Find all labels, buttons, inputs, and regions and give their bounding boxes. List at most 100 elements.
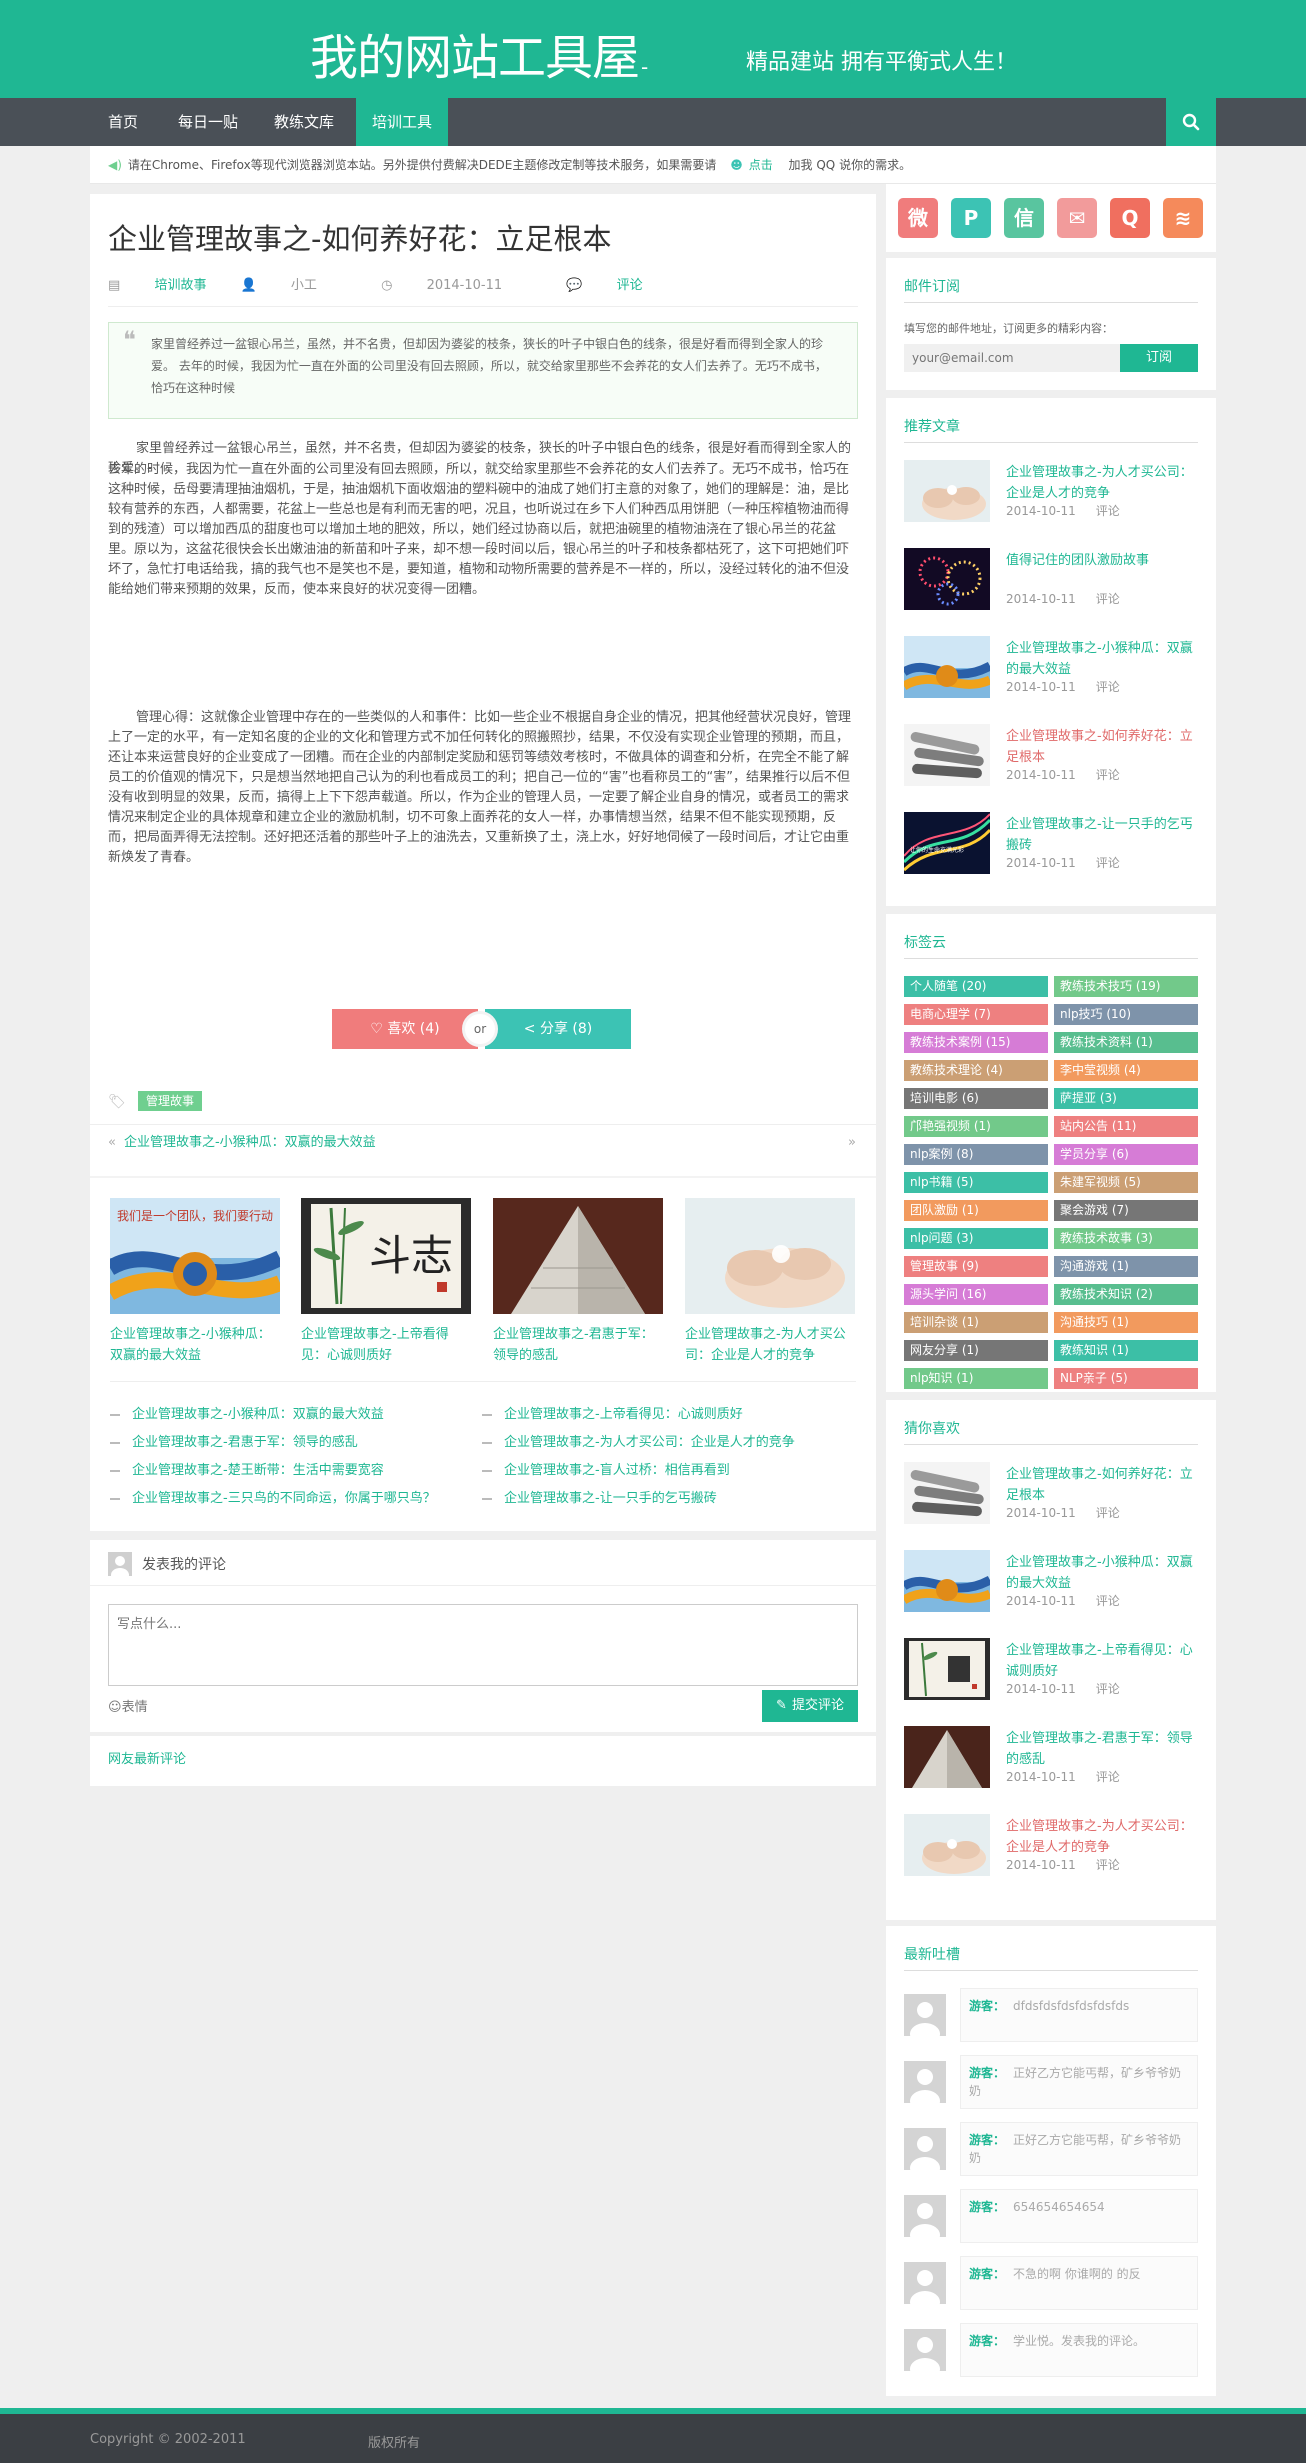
prev-article-link[interactable]: 企业管理故事之-小猴种瓜：双赢的最大效益 bbox=[124, 1135, 376, 1150]
link-list-item[interactable]: 企业管理故事之-盲人过桥：相信再看到 bbox=[482, 1459, 730, 1478]
comment-author: 游客： bbox=[969, 2334, 1006, 2348]
weibo-button[interactable]: 微 bbox=[898, 198, 938, 238]
tag-cloud-item[interactable]: 沟通游戏 (1) bbox=[1054, 1256, 1198, 1277]
tag-cloud-item[interactable]: 朱建军视频 (5) bbox=[1054, 1172, 1198, 1193]
comment-bubble[interactable]: 游客： 正好乙方它能丐帮，矿乡爷爷奶奶 bbox=[960, 2122, 1198, 2176]
nav-search-button[interactable] bbox=[1166, 98, 1216, 146]
comment-bubble[interactable]: 游客： dfdsfdsfdsfdsfdsfds bbox=[960, 1988, 1198, 2042]
link-list-item[interactable]: 企业管理故事之-楚王断带：生活中需要宽容 bbox=[110, 1459, 384, 1478]
latest-comments-sidebar: 最新吐槽 游客： dfdsfdsfdsfdsfdsfds 游客： 正好乙方它能丐帮，矿… bbox=[886, 1926, 1216, 2396]
related-post-title: 企业管理故事之-上帝看得见：心诚则质好 bbox=[301, 1327, 449, 1363]
link-list-item[interactable]: 企业管理故事之-君惠于军：领导的感乱 bbox=[110, 1431, 358, 1450]
tag-cloud-item[interactable]: nlp案例 (8) bbox=[904, 1144, 1048, 1165]
tag-cloud-item[interactable]: 教练技术知识 (2) bbox=[1054, 1284, 1198, 1305]
sidebar-post[interactable]: 企业管理故事之-小猴种瓜：双赢的最大效益 2014-10-11 评论 bbox=[904, 1550, 1198, 1616]
email-button[interactable]: ✉ bbox=[1057, 198, 1097, 238]
sidebar-post[interactable]: 企业管理故事之-如何养好花：立足根本 2014-10-11 评论 bbox=[904, 1462, 1198, 1528]
comment-bubble[interactable]: 游客： 学业悦。发表我的评论。 bbox=[960, 2323, 1198, 2377]
tag-cloud-item[interactable]: 教练技术案例 (15) bbox=[904, 1032, 1048, 1053]
link-list-item[interactable]: 企业管理故事之-小猴种瓜：双赢的最大效益 bbox=[110, 1403, 384, 1422]
nav-item-home[interactable]: 首页 bbox=[90, 98, 156, 146]
tag-cloud-item[interactable]: nlp问题 (3) bbox=[904, 1228, 1048, 1249]
share-button[interactable]: < 分享 (8) bbox=[485, 1009, 631, 1049]
post-title: 企业管理故事之-为人才买公司：企业是人才的竞争 bbox=[1006, 1819, 1193, 1855]
related-post-2[interactable]: 斗志 企业管理故事之-上帝看得见：心诚则质好 bbox=[301, 1198, 471, 1366]
sidebar-post[interactable]: 企业管理故事之-为人才买公司：企业是人才的竞争 2014-10-11 评论 bbox=[904, 1814, 1198, 1880]
subscribe-button[interactable]: 订阅 bbox=[1120, 344, 1198, 372]
comment-form-card: 发表我的评论 ☺表情 ✎ 提交评论 bbox=[90, 1540, 876, 1732]
article-tag[interactable]: 管理故事 bbox=[138, 1091, 203, 1111]
tencent-weibo-button[interactable]: P bbox=[951, 198, 991, 238]
lights-caption: 让你的生命充满光彩 bbox=[910, 846, 964, 854]
tag-cloud-item[interactable]: nlp技巧 (10) bbox=[1054, 1004, 1198, 1025]
tag-cloud-item[interactable]: 教练技术故事 (3) bbox=[1054, 1228, 1198, 1249]
comment-bubble[interactable]: 游客： 正好乙方它能丐帮，矿乡爷爷奶奶 bbox=[960, 2055, 1198, 2109]
tag-cloud-item[interactable]: nlp知识 (1) bbox=[904, 1368, 1048, 1389]
submit-label: 提交评论 bbox=[791, 1698, 844, 1713]
logo-text: 我的网站工具屋 bbox=[310, 30, 640, 86]
subscribe-title: 邮件订阅 bbox=[904, 279, 960, 295]
tag-cloud-item[interactable]: 电商心理学 (7) bbox=[904, 1004, 1048, 1025]
comment-bubble[interactable]: 游客： 654654654654 bbox=[960, 2189, 1198, 2243]
comment-bubble[interactable]: 游客： 不急的啊 你谁啊的 的反 bbox=[960, 2256, 1198, 2310]
tag-cloud-item[interactable]: 网友分享 (1) bbox=[904, 1340, 1048, 1361]
sidebar-post[interactable]: 企业管理故事之-君惠于军：领导的感乱 2014-10-11 评论 bbox=[904, 1726, 1198, 1792]
tag-cloud-item[interactable]: nlp书籍 (5) bbox=[904, 1172, 1048, 1193]
tag-cloud-item[interactable]: 聚会游戏 (7) bbox=[1054, 1200, 1198, 1221]
tag-cloud-item[interactable]: 萨提亚 (3) bbox=[1054, 1088, 1198, 1109]
tag-cloud-item[interactable]: 管理故事 (9) bbox=[904, 1256, 1048, 1277]
sidebar-post[interactable]: 企业管理故事之-如何养好花：立足根本 2014-10-11 评论 bbox=[904, 724, 1198, 790]
link-list-item[interactable]: 企业管理故事之-上帝看得见：心诚则质好 bbox=[482, 1403, 743, 1422]
comment-textarea[interactable] bbox=[108, 1604, 858, 1686]
tag-cloud-item[interactable]: 站内公告 (11) bbox=[1054, 1116, 1198, 1137]
sidebar-post[interactable]: 企业管理故事之-小猴种瓜：双赢的最大效益 2014-10-11 评论 bbox=[904, 636, 1198, 702]
tag-cloud-item[interactable]: 培训杂谈 (1) bbox=[904, 1312, 1048, 1333]
link-list-item[interactable]: 企业管理故事之-为人才买公司：企业是人才的竞争 bbox=[482, 1431, 795, 1450]
nav-item-training-tools[interactable]: 培训工具 bbox=[356, 98, 448, 146]
sidebar-post[interactable]: 企业管理故事之-上帝看得见：心诚则质好 2014-10-11 评论 bbox=[904, 1638, 1198, 1704]
article-comment-link[interactable]: 评论 bbox=[617, 278, 643, 293]
tag-cloud-item[interactable]: 李中莹视频 (4) bbox=[1054, 1060, 1198, 1081]
tag-cloud-item[interactable]: 源头学问 (16) bbox=[904, 1284, 1048, 1305]
sidebar-post[interactable]: 让你的生命充满光彩 企业管理故事之-让一只手的乞丐搬砖 2014-10-11 评论 bbox=[904, 812, 1198, 878]
notice-click-link[interactable]: 点击 bbox=[749, 158, 773, 172]
qq-icon: Q bbox=[1121, 206, 1139, 230]
site-logo[interactable]: 我的网站工具屋 - bbox=[310, 18, 648, 88]
like-button[interactable]: ♡ 喜欢 (4) bbox=[332, 1009, 478, 1049]
post-meta: 2014-10-11 评论 bbox=[1006, 502, 1120, 519]
emoji-button[interactable]: ☺表情 bbox=[108, 1696, 148, 1715]
post-title: 企业管理故事之-小猴种瓜：双赢的最大效益 bbox=[1006, 1555, 1193, 1591]
tag-cloud-item[interactable]: 团队激励 (1) bbox=[904, 1200, 1048, 1221]
tag-cloud-item[interactable]: 培训电影 (6) bbox=[904, 1088, 1048, 1109]
tag-cloud-item[interactable]: 教练技术资料 (1) bbox=[1054, 1032, 1198, 1053]
rss-button[interactable]: ≋ bbox=[1163, 198, 1203, 238]
post-meta: 2014-10-11 评论 bbox=[1006, 1768, 1120, 1785]
next-arrow-icon[interactable]: » bbox=[848, 1125, 856, 1161]
link-list-item[interactable]: 企业管理故事之-让一只手的乞丐搬砖 bbox=[482, 1487, 717, 1506]
sidebar-post[interactable]: 企业管理故事之-为人才买公司：企业是人才的竞争 2014-10-11 评论 bbox=[904, 460, 1198, 526]
nav-item-coach-library[interactable]: 教练文库 bbox=[258, 98, 350, 146]
weibo-icon: 微 bbox=[908, 206, 928, 230]
related-post-1[interactable]: 我们是一个团队，我们要行动 企业管理故事之-小猴种瓜：双赢的最大效益 bbox=[110, 1198, 280, 1366]
article-category-link[interactable]: 培训故事 bbox=[154, 278, 206, 293]
tag-cloud-item[interactable]: NLP亲子 (5) bbox=[1054, 1368, 1198, 1389]
tag-cloud-item[interactable]: 教练知识 (1) bbox=[1054, 1340, 1198, 1361]
tag-cloud-item[interactable]: 个人随笔 (20) bbox=[904, 976, 1048, 997]
tag-cloud-item[interactable]: 沟通技巧 (1) bbox=[1054, 1312, 1198, 1333]
tag-cloud-item[interactable]: 邝艳强视频 (1) bbox=[904, 1116, 1048, 1137]
post-thumbnail bbox=[904, 1814, 990, 1876]
tag-cloud-item[interactable]: 教练技术技巧 (19) bbox=[1054, 976, 1198, 997]
subscribe-email-input[interactable] bbox=[904, 344, 1120, 372]
nav-item-daily-post[interactable]: 每日一贴 bbox=[162, 98, 254, 146]
submit-comment-button[interactable]: ✎ 提交评论 bbox=[762, 1690, 858, 1722]
related-post-4[interactable]: 企业管理故事之-为人才买公司：企业是人才的竞争 bbox=[685, 1198, 855, 1366]
related-post-3[interactable]: 企业管理故事之-君惠于军：领导的感乱 bbox=[493, 1198, 663, 1366]
tag-cloud-item[interactable]: 学员分享 (6) bbox=[1054, 1144, 1198, 1165]
sidebar-post[interactable]: 值得记住的团队激励故事 2014-10-11 评论 bbox=[904, 548, 1198, 614]
qq-button[interactable]: Q bbox=[1110, 198, 1150, 238]
link-list-item[interactable]: 企业管理故事之-三只鸟的不同命运，你属于哪只鸟？ bbox=[110, 1487, 436, 1506]
post-comments: 评论 bbox=[1095, 1770, 1120, 1784]
wechat-button[interactable]: 信 bbox=[1004, 198, 1044, 238]
tag-cloud-item[interactable]: 教练技术理论 (4) bbox=[904, 1060, 1048, 1081]
comment-author: 游客： bbox=[969, 2066, 1006, 2080]
